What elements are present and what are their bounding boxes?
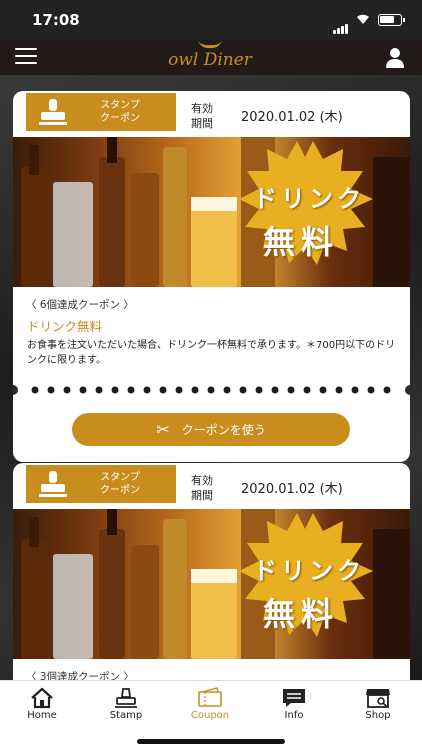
tab-home[interactable]: Home — [2, 687, 82, 727]
coupon-list[interactable]: スタンプ クーポン 有効 期間 2020.01.02 (木) ドリンク 無料 〈… — [0, 75, 422, 680]
app-header: owl Diner — [0, 40, 422, 75]
use-coupon-button[interactable]: ✂ クーポンを使う — [72, 413, 350, 446]
expiry-date: 2020.01.02 (木) — [241, 110, 343, 125]
coupon-card: スタンプ クーポン 有効 期間 2020.01.02 (木) ドリンク 無料 〈… — [13, 91, 410, 462]
tab-info[interactable]: Info — [254, 687, 334, 727]
coupon-card: スタンプ クーポン 有効 期間 2020.01.02 (木) ドリンク 無料 〈… — [13, 463, 410, 680]
use-coupon-label: クーポンを使う — [181, 423, 266, 437]
app-logo: owl Diner — [160, 41, 260, 74]
drink-promo-image: ドリンク 無料 — [13, 509, 410, 659]
scissors-icon: ✂ — [156, 420, 170, 439]
tab-stamp[interactable]: Stamp — [86, 687, 166, 727]
badge-line-2: クーポン — [100, 113, 140, 124]
horns-icon — [198, 41, 222, 49]
stamp-icon — [39, 99, 67, 125]
badge-line-2: クーポン — [100, 485, 140, 496]
tab-label: Stamp — [109, 710, 143, 721]
tab-label: Shop — [365, 710, 391, 721]
menu-icon[interactable] — [15, 48, 37, 66]
status-bar: 17:08 — [0, 0, 422, 40]
tab-shop[interactable]: Shop — [338, 687, 418, 727]
stamp-coupon-badge: スタンプ クーポン — [26, 93, 176, 131]
chat-icon — [283, 689, 305, 707]
stamp-coupon-badge: スタンプ クーポン — [26, 465, 176, 503]
coupon-condition: 〈 3個達成クーポン 〉 — [26, 671, 134, 680]
promo-line-1: ドリンク — [253, 184, 365, 213]
coupon-condition: 〈 6個達成クーポン 〉 — [26, 299, 134, 311]
stamp-icon — [115, 688, 137, 708]
home-icon — [31, 687, 53, 709]
shop-icon — [366, 689, 390, 708]
stamp-icon — [39, 471, 67, 497]
badge-line-1: スタンプ — [100, 100, 140, 111]
expiry-label: 有効 期間 — [191, 474, 213, 502]
coupon-description: お食事を注文いただいた場合、ドリンク一杯無料で承ります。＊700円以下のドリンク… — [27, 340, 396, 366]
signal-icon — [333, 15, 349, 34]
drink-promo-image: ドリンク 無料 — [13, 137, 410, 287]
tab-label: Home — [27, 710, 57, 721]
badge-line-1: スタンプ — [100, 472, 140, 483]
promo-line-1: ドリンク — [253, 556, 365, 585]
tab-coupon[interactable]: Coupon — [170, 687, 250, 727]
user-icon[interactable] — [385, 47, 405, 69]
perforation-divider — [13, 385, 410, 395]
ticket-icon — [198, 687, 222, 707]
battery-icon — [378, 14, 405, 26]
wifi-icon — [355, 12, 371, 29]
promo-line-2: 無料 — [263, 223, 340, 261]
status-time: 17:08 — [32, 11, 80, 29]
home-indicator — [137, 739, 285, 744]
coupon-title: ドリンク無料 — [27, 319, 103, 334]
expiry-date: 2020.01.02 (木) — [241, 482, 343, 497]
tab-label: Coupon — [190, 710, 230, 721]
promo-line-2: 無料 — [263, 595, 340, 633]
expiry-label: 有効 期間 — [191, 102, 213, 130]
tab-label: Info — [284, 710, 304, 721]
